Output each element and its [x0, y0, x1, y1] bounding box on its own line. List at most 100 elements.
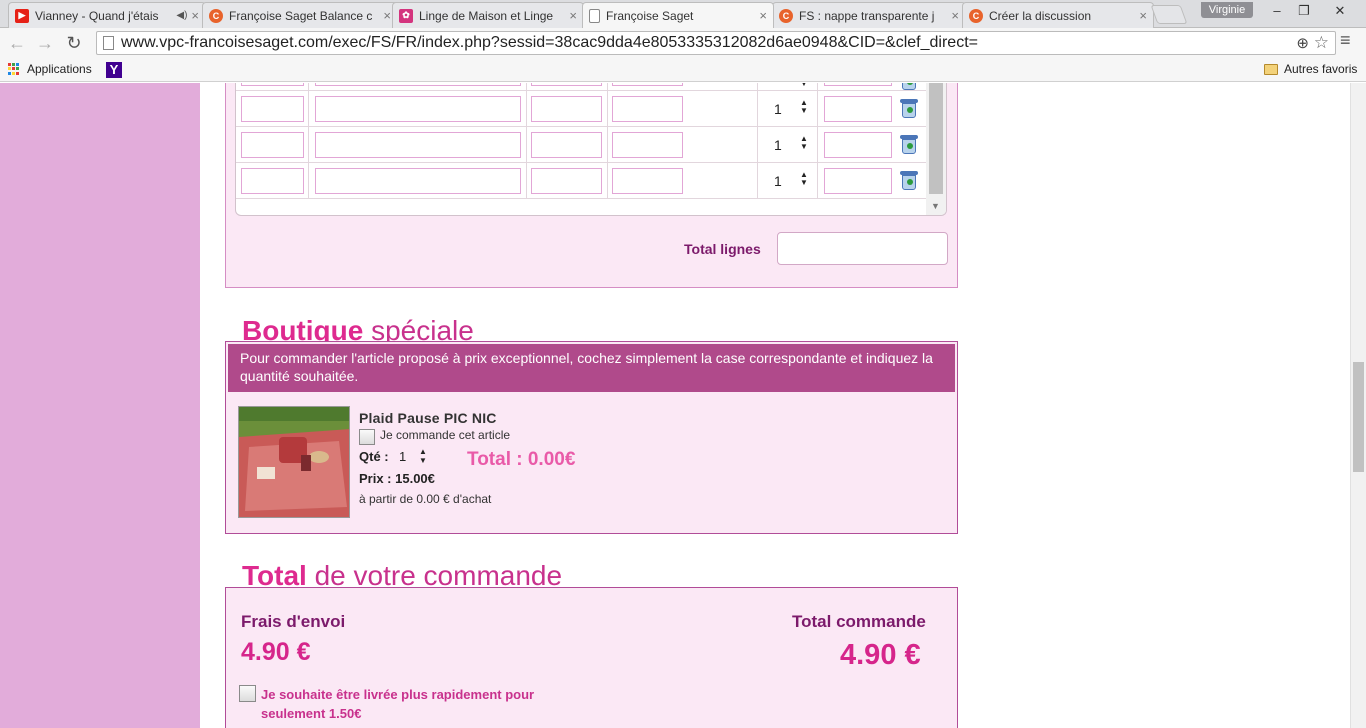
tab-label: Créer la discussion: [989, 8, 1092, 23]
designation-field[interactable]: [315, 83, 521, 86]
product-image[interactable]: [238, 406, 350, 518]
close-tab-icon[interactable]: ×: [383, 8, 391, 23]
close-tab-icon[interactable]: ×: [191, 8, 199, 23]
quantity-stepper[interactable]: ▲ ▼: [800, 171, 808, 187]
total-lines-field: [777, 232, 948, 265]
close-window-icon[interactable]: ✕: [1318, 2, 1362, 20]
youtube-icon: ▶: [15, 8, 29, 23]
url-text: www.vpc-francoisesaget.com/exec/FS/FR/in…: [121, 34, 978, 51]
size-field[interactable]: [531, 96, 602, 122]
reload-icon[interactable]: ↻: [63, 32, 85, 54]
page-content: 1 ▼ 1 ▲▼: [200, 83, 980, 728]
browser-tab[interactable]: ✿ Linge de Maison et Linge ×: [392, 2, 584, 28]
star-icon[interactable]: ☆: [1314, 32, 1329, 54]
back-icon[interactable]: ←: [6, 32, 28, 54]
price-field[interactable]: [824, 96, 892, 122]
flower-icon: ✿: [399, 8, 413, 23]
close-tab-icon[interactable]: ×: [1139, 8, 1147, 23]
trash-icon[interactable]: [900, 83, 918, 90]
browser-tab-active[interactable]: Françoise Saget ×: [582, 2, 774, 28]
reference-field[interactable]: [241, 132, 304, 158]
scroll-down-icon[interactable]: ▼: [931, 201, 940, 211]
speaker-icon[interactable]: ◀): [176, 10, 187, 21]
tab-label: Vianney - Quand j'étais: [35, 8, 159, 23]
browser-tab[interactable]: C Françoise Saget Balance c ×: [202, 2, 398, 28]
express-delivery-checkbox[interactable]: [239, 685, 256, 702]
quantity-stepper[interactable]: ▲ ▼: [800, 99, 808, 115]
trash-icon[interactable]: [900, 171, 918, 190]
document-icon: [589, 8, 600, 23]
apps-bookmark[interactable]: Applications: [8, 62, 92, 76]
minimize-icon[interactable]: –: [1264, 2, 1290, 20]
shipping-value: 4.90 €: [241, 638, 311, 666]
close-tab-icon[interactable]: ×: [759, 8, 767, 23]
profile-badge[interactable]: Virginie: [1201, 2, 1253, 18]
folder-icon: [1264, 63, 1278, 75]
trash-icon[interactable]: [900, 135, 918, 154]
menu-icon[interactable]: ≡: [1340, 30, 1351, 51]
order-total-value: 4.90 €: [840, 639, 921, 671]
browser-tab[interactable]: C FS : nappe transparente j ×: [772, 2, 966, 28]
tab-label: Linge de Maison et Linge: [419, 8, 554, 23]
page-scrollbar[interactable]: [1350, 83, 1366, 728]
order-article-checkbox[interactable]: [359, 429, 375, 445]
browser-toolbar: ← → ↻ www.vpc-francoisesaget.com/exec/FS…: [0, 28, 1366, 58]
shipping-label: Frais d'envoi: [241, 612, 346, 631]
designation-field[interactable]: [315, 168, 521, 194]
reference-field[interactable]: [241, 168, 304, 194]
page-scroll-thumb[interactable]: [1353, 362, 1364, 472]
new-tab-button[interactable]: [1150, 5, 1188, 24]
quantity-value: 1: [399, 449, 407, 464]
size-field[interactable]: [531, 168, 602, 194]
close-tab-icon[interactable]: ×: [569, 8, 577, 23]
price-field[interactable]: [824, 132, 892, 158]
special-shop-panel: Pour commander l'article proposé à prix …: [225, 341, 958, 534]
tab-bar: ▶ Vianney - Quand j'étais ◀) × C Françoi…: [0, 0, 1366, 28]
grid-scroll-thumb[interactable]: [929, 83, 943, 194]
color-field[interactable]: [612, 132, 683, 158]
product-name: Plaid Pause PIC NIC: [359, 410, 497, 426]
other-bookmarks-label: Autres favoris: [1284, 62, 1358, 76]
browser-tab[interactable]: ▶ Vianney - Quand j'étais ◀) ×: [8, 2, 206, 28]
zoom-icon[interactable]: ⊕: [1296, 33, 1309, 54]
size-field[interactable]: [531, 83, 602, 86]
designation-field[interactable]: [315, 96, 521, 122]
restore-icon[interactable]: ❐: [1291, 2, 1317, 20]
left-sidebar-band: [0, 83, 200, 728]
quantity-value: 1: [774, 101, 782, 117]
reference-field[interactable]: [241, 83, 304, 86]
close-tab-icon[interactable]: ×: [951, 8, 959, 23]
tab-label: FS : nappe transparente j: [799, 8, 935, 23]
color-field[interactable]: [612, 96, 683, 122]
order-total-panel: Frais d'envoi 4.90 € Total commande 4.90…: [225, 587, 958, 728]
quantity-stepper[interactable]: ▲ ▼: [800, 135, 808, 151]
purchase-threshold: à partir de 0.00 € d'achat: [359, 492, 492, 506]
yahoo-bookmark[interactable]: Y: [106, 62, 122, 78]
reference-field[interactable]: [241, 96, 304, 122]
table-row: 1 ▲ ▼: [236, 127, 926, 163]
apps-label: Applications: [27, 62, 92, 76]
page-icon: [103, 36, 114, 50]
quantity-value: 1: [774, 173, 782, 189]
quantity-stepper[interactable]: ▼: [800, 83, 808, 88]
forward-icon[interactable]: →: [34, 32, 56, 54]
trash-icon[interactable]: [900, 99, 918, 118]
size-field[interactable]: [531, 132, 602, 158]
product-total: Total : 0.00€: [467, 449, 576, 470]
bookmarks-bar: Applications Y Autres favoris: [0, 58, 1366, 82]
designation-field[interactable]: [315, 132, 521, 158]
page-viewport: 1 ▼ 1 ▲▼: [0, 83, 1350, 728]
order-lines-grid: 1 ▼ 1 ▲▼: [235, 83, 947, 216]
browser-tab[interactable]: C Créer la discussion ×: [962, 2, 1154, 28]
price-field[interactable]: [824, 168, 892, 194]
table-row: 1 ▲ ▼: [236, 91, 926, 127]
price-field[interactable]: [824, 83, 892, 86]
color-field[interactable]: [612, 168, 683, 194]
fs-icon: C: [209, 8, 223, 23]
color-field[interactable]: [612, 83, 683, 86]
address-bar[interactable]: www.vpc-francoisesaget.com/exec/FS/FR/in…: [96, 31, 1336, 55]
order-total-label: Total commande: [792, 612, 926, 631]
quantity-stepper[interactable]: ▲ ▼: [419, 447, 427, 465]
grid-scrollbar[interactable]: ▼: [926, 83, 946, 215]
other-bookmarks[interactable]: Autres favoris: [1264, 62, 1357, 76]
